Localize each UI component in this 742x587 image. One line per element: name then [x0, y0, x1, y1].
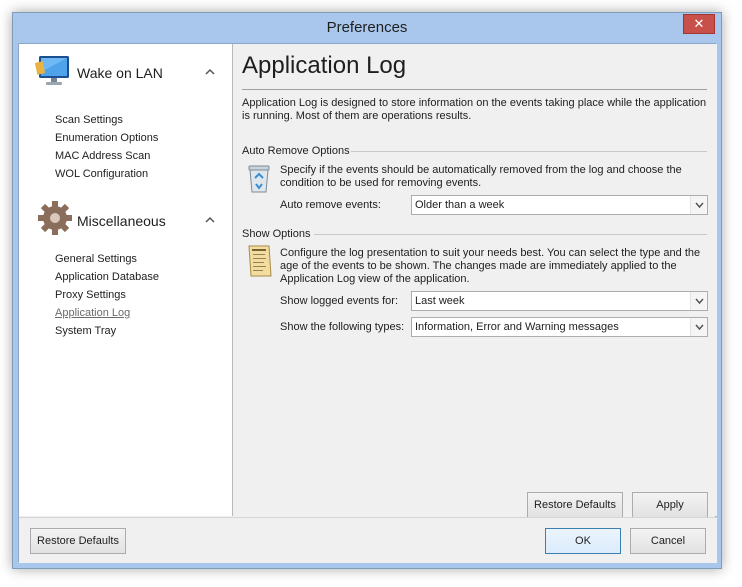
cancel-button[interactable]: Cancel	[630, 528, 706, 554]
nav-group-wake-on-lan[interactable]: Wake on LAN	[19, 50, 233, 94]
show-events-select[interactable]: Last week	[411, 291, 708, 311]
nav-group-miscellaneous[interactable]: Miscellaneous	[19, 198, 233, 242]
show-types-value: Information, Error and Warning messages	[415, 321, 619, 333]
window-title: Preferences	[326, 19, 408, 36]
monitor-icon	[34, 50, 75, 90]
auto-remove-select[interactable]: Older than a week	[411, 195, 708, 215]
sidebar-item-proxy-settings[interactable]: Proxy Settings	[55, 289, 126, 301]
title-divider	[242, 89, 707, 90]
sidebar-item-mac-address-scan[interactable]: MAC Address Scan	[55, 150, 150, 162]
show-options-description: Configure the log presentation to suit y…	[280, 247, 701, 285]
nav-group-label: Miscellaneous	[77, 213, 166, 229]
window-client: Wake on LAN Scan Settings Enumeration Op…	[18, 43, 717, 563]
auto-remove-label: Auto remove events:	[280, 199, 381, 211]
chevron-down-icon[interactable]	[690, 196, 707, 214]
page-title: Application Log	[242, 52, 407, 79]
show-types-select[interactable]: Information, Error and Warning messages	[411, 317, 708, 337]
ok-button[interactable]: OK	[545, 528, 621, 554]
chevron-down-icon[interactable]	[690, 292, 707, 310]
sidebar-item-application-log[interactable]: Application Log	[55, 307, 130, 319]
section-label-auto-remove: Auto Remove Options	[242, 145, 350, 157]
close-button[interactable]: ✕	[683, 14, 715, 34]
restore-defaults-page-button[interactable]: Restore Defaults	[527, 492, 623, 518]
section-label-show-options: Show Options	[242, 228, 311, 240]
sidebar-item-application-database[interactable]: Application Database	[55, 271, 159, 283]
auto-remove-value: Older than a week	[415, 199, 505, 211]
dialog-footer: Restore Defaults OK Cancel	[19, 517, 717, 563]
sidebar-item-system-tray[interactable]: System Tray	[55, 325, 116, 337]
auto-remove-description: Specify if the events should be automati…	[280, 164, 682, 189]
show-types-label: Show the following types:	[280, 321, 405, 333]
nav-group-label: Wake on LAN	[77, 65, 163, 81]
section-divider	[351, 151, 707, 152]
show-events-value: Last week	[415, 295, 465, 307]
sidebar-item-general-settings[interactable]: General Settings	[55, 253, 137, 265]
restore-defaults-button[interactable]: Restore Defaults	[30, 528, 126, 554]
apply-button[interactable]: Apply	[632, 492, 708, 518]
sidebar-item-enumeration-options[interactable]: Enumeration Options	[55, 132, 158, 144]
recycle-bin-icon	[246, 162, 272, 197]
chevron-up-icon[interactable]	[205, 214, 215, 226]
section-divider	[314, 234, 707, 235]
page-description: Application Log is designed to store inf…	[242, 97, 707, 122]
settings-panel: Application Log Application Log is desig…	[234, 44, 717, 518]
sidebar-item-wol-configuration[interactable]: WOL Configuration	[55, 168, 148, 180]
close-icon: ✕	[693, 16, 705, 31]
sidebar-nav: Wake on LAN Scan Settings Enumeration Op…	[19, 44, 233, 516]
preferences-window: Preferences ✕ Wake on LAN Scan Settings …	[12, 12, 722, 569]
show-events-label: Show logged events for:	[280, 295, 399, 307]
chevron-down-icon[interactable]	[690, 318, 707, 336]
sidebar-item-scan-settings[interactable]: Scan Settings	[55, 114, 123, 126]
log-document-icon	[246, 244, 274, 281]
gear-icon	[35, 198, 75, 238]
title-bar[interactable]: Preferences ✕	[13, 13, 721, 43]
chevron-up-icon[interactable]	[205, 66, 215, 78]
